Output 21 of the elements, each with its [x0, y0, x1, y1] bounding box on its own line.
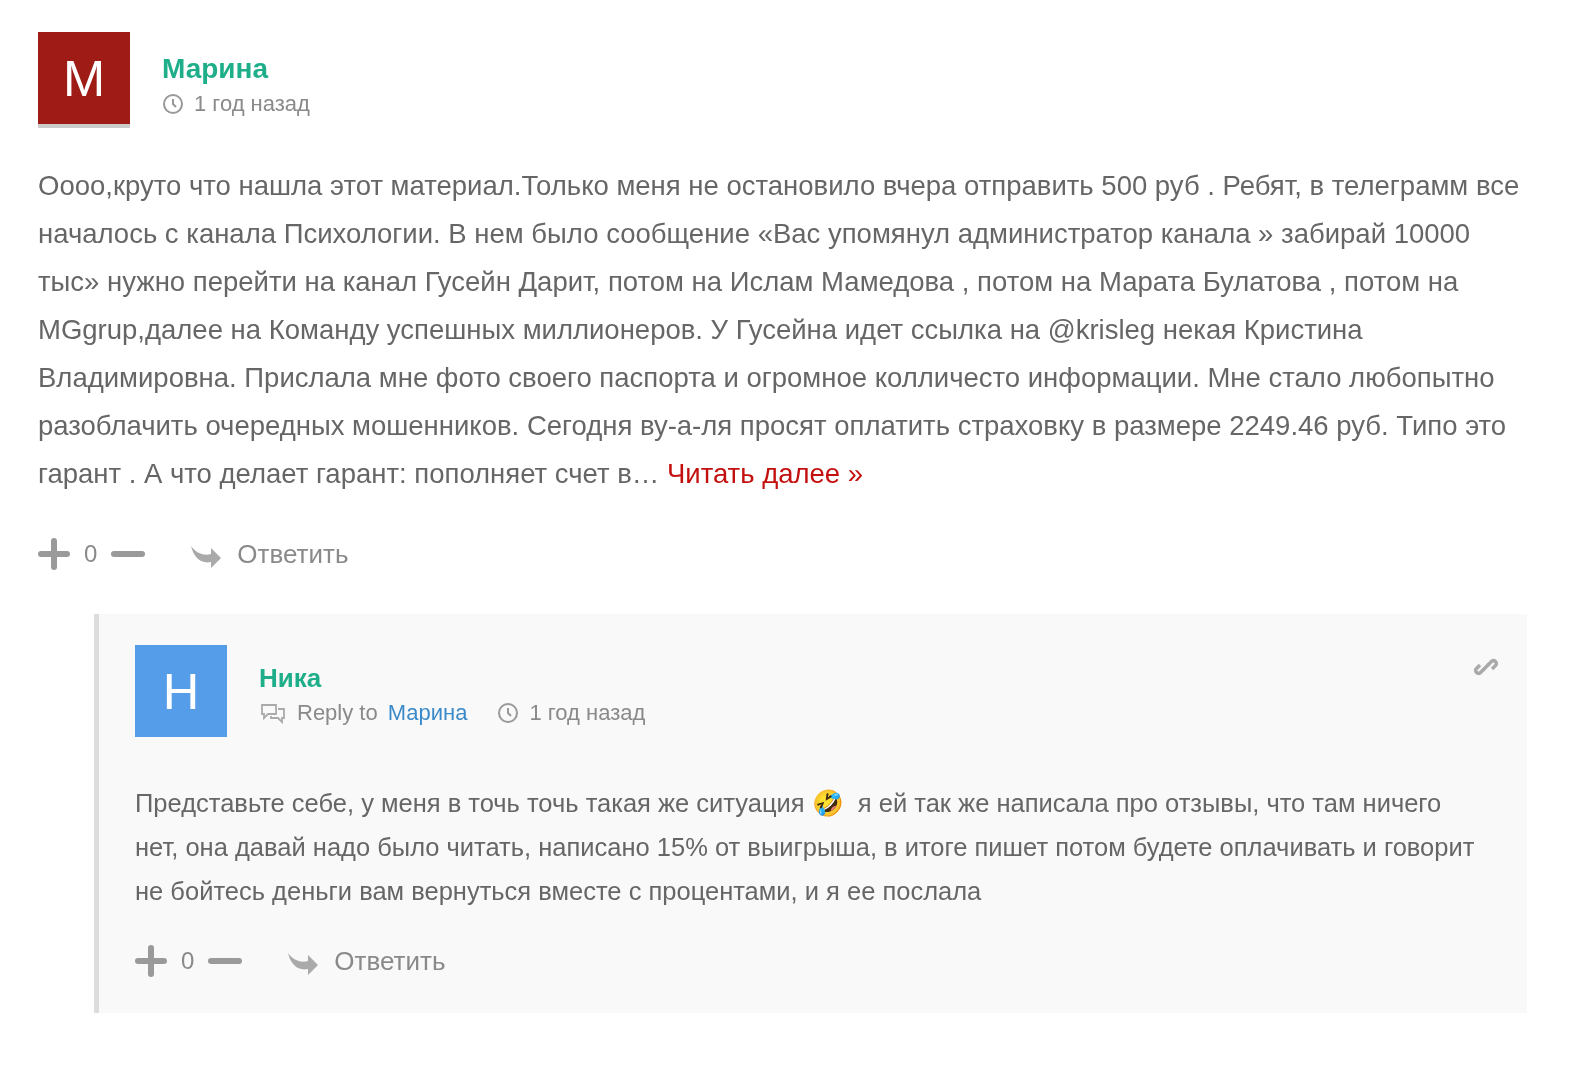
upvote-button[interactable] [38, 538, 70, 570]
reply-to-label: Reply to [297, 699, 378, 726]
parent-author-link[interactable]: Марина [387, 699, 468, 726]
comment-text: Оооо,круто что нашла этот материал.Только меня не остановило вчера отправить 500 руб . Ребят, в телеграмм все началось с канала Психологии. В нем было сообщение «Вас упомянул администратор канала » забирай 10000 тыс» нужно перейти на канал Гусейн Дарит, потом на Ислам Мамедова , потом на Марата Булатова , потом на MGgrup,далее на Команду успешных миллионеров. У Гусейна идет ссылка на @krisleg некая Кристина Владимировна. Прислала мне фото своего паспорта и огромное колличесто информации. Мне стало любопытно разоблачить очередных мошенников. Сегодня ву-а-ля просят оплатить страховку в размере 2249.46 руб. Типо это гарант . А что делает гарант: пополняет счет в… Читать далее » [38, 169, 1521, 491]
reply-button[interactable]: Ответить [286, 945, 446, 977]
reply-button[interactable]: Ответить [189, 538, 349, 570]
comment-time: 1 год назад [194, 91, 310, 117]
read-more-link[interactable]: Читать далее » [666, 458, 864, 489]
comment-text: Представьте себе, у меня в точь точь такая же ситуация 🤣 я ей так же написала про отзывы, что там ничего нет, она давай надо было читать, написано 15% от выигрыша, в итоге пишет потом будете оплачивать и говорит не бойтесь деньги вам вернуться вместе с процентами, и я ее послала [135, 788, 1476, 907]
upvote-button[interactable] [135, 945, 167, 977]
author-name: Марина [162, 53, 270, 85]
clock-icon [497, 701, 520, 724]
downvote-button[interactable] [111, 550, 146, 558]
avatar: Н [135, 645, 227, 737]
comment-time: 1 год назад [529, 699, 646, 726]
clock-icon [162, 93, 184, 115]
vote-count: 0 [181, 947, 195, 975]
author-name: Ника [259, 662, 323, 694]
vote-count: 0 [84, 540, 98, 568]
downvote-button[interactable] [208, 957, 243, 965]
speech-bubbles-icon [259, 701, 287, 724]
